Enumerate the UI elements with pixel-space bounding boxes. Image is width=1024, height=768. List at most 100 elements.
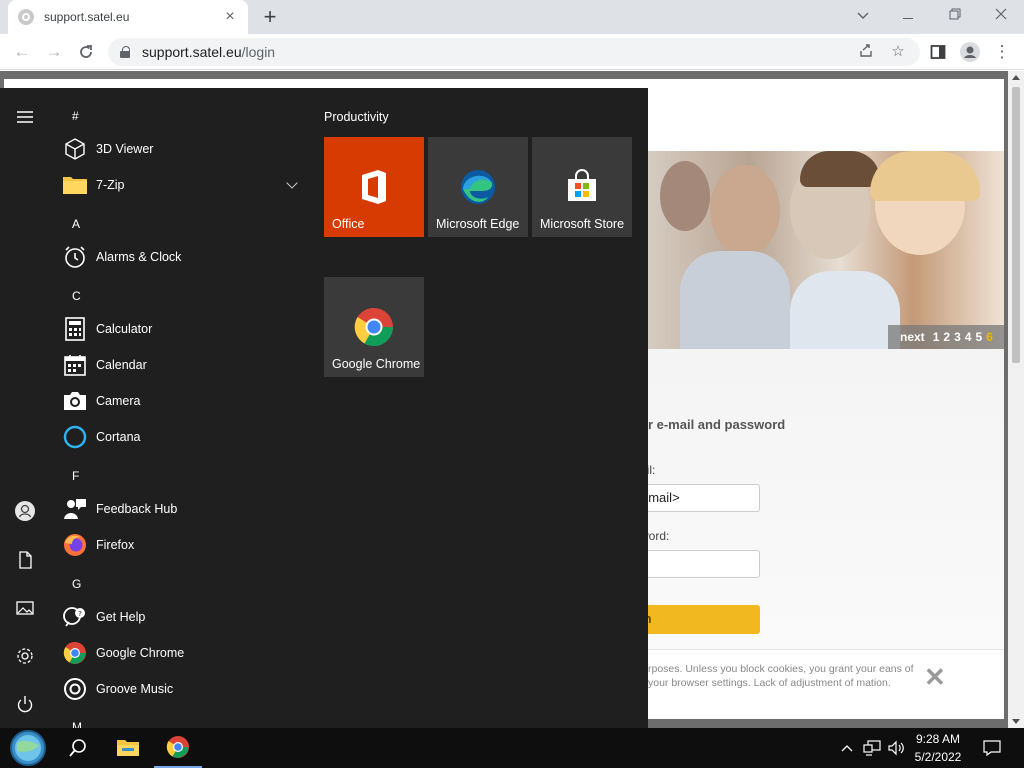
password-field[interactable] <box>640 550 760 578</box>
start-button[interactable] <box>4 728 52 768</box>
app-get-help[interactable]: ? Get Help <box>62 600 306 634</box>
tile-label: Office <box>332 217 365 231</box>
3d-viewer-icon <box>62 136 88 162</box>
tile-microsoft-edge[interactable]: Microsoft Edge <box>428 137 528 237</box>
page-scrollbar[interactable] <box>1008 71 1024 728</box>
scroll-up-icon[interactable] <box>1012 75 1020 80</box>
forward-button[interactable]: → <box>40 38 68 66</box>
close-tab-icon[interactable]: × <box>222 8 238 26</box>
app-label: Calendar <box>96 358 147 372</box>
feedback-hub-icon <box>62 496 88 522</box>
section-letter-f[interactable]: F <box>72 469 79 483</box>
chrome-icon <box>62 640 88 666</box>
calendar-icon <box>62 352 88 378</box>
minimize-button[interactable] <box>886 0 932 30</box>
firefox-icon <box>62 532 88 558</box>
pager-page-3[interactable]: 3 <box>954 330 961 344</box>
pager-next-link[interactable]: next <box>900 330 925 344</box>
scroll-down-icon[interactable] <box>1012 719 1020 724</box>
section-letter-hash[interactable]: # <box>72 109 79 123</box>
reload-button[interactable] <box>72 38 100 66</box>
site-favicon-icon <box>18 9 34 25</box>
tile-google-chrome[interactable]: Google Chrome <box>324 277 424 377</box>
taskbar-chrome-icon[interactable] <box>154 728 202 768</box>
app-cortana[interactable]: Cortana <box>62 420 306 454</box>
lock-icon[interactable] <box>120 46 130 58</box>
power-icon[interactable] <box>12 691 38 717</box>
app-label: Feedback Hub <box>96 502 178 516</box>
app-feedback-hub[interactable]: Feedback Hub <box>62 492 306 526</box>
address-bar[interactable]: support.satel.eu/login ☆ <box>108 38 920 66</box>
app-camera[interactable]: Camera <box>62 384 306 418</box>
svg-text:?: ? <box>78 610 82 618</box>
profile-avatar[interactable] <box>956 38 984 66</box>
app-label: Cortana <box>96 430 141 444</box>
cortana-icon <box>62 424 88 450</box>
close-window-button[interactable] <box>978 0 1024 30</box>
cookie-close-icon[interactable]: ✕ <box>924 662 946 693</box>
app-3d-viewer[interactable]: 3D Viewer <box>62 132 306 166</box>
groove-music-icon <box>62 676 88 702</box>
new-tab-button[interactable]: + <box>258 3 282 31</box>
bookmark-star-icon[interactable]: ☆ <box>888 42 908 62</box>
app-groove-music[interactable]: Groove Music <box>62 672 306 706</box>
share-icon[interactable] <box>856 42 876 62</box>
pictures-icon[interactable] <box>12 595 38 621</box>
section-letter-m[interactable]: M <box>72 720 82 728</box>
tab-search-icon[interactable] <box>840 0 886 30</box>
chevron-up-icon[interactable] <box>836 728 858 768</box>
app-label: Camera <box>96 394 141 408</box>
tile-microsoft-store[interactable]: Microsoft Store <box>532 137 632 237</box>
chrome-icon <box>354 307 394 347</box>
volume-icon[interactable] <box>884 728 908 768</box>
clock-date[interactable]: 5/2/2022 <box>908 750 968 764</box>
login-button[interactable]: in <box>640 605 760 634</box>
clock-time[interactable]: 9:28 AM <box>908 732 968 746</box>
get-help-icon: ? <box>62 604 88 630</box>
section-letter-g[interactable]: G <box>72 577 81 591</box>
browser-menu-icon[interactable]: ⋮ <box>988 38 1016 66</box>
chevron-down-icon[interactable] <box>286 177 298 189</box>
pager-page-2[interactable]: 2 <box>943 330 950 344</box>
network-icon[interactable] <box>860 728 884 768</box>
pager-page-6[interactable]: 6 <box>986 330 993 344</box>
app-7-zip[interactable]: 7-Zip <box>62 168 306 202</box>
tile-office[interactable]: Office <box>324 137 424 237</box>
tile-label: Microsoft Store <box>540 217 625 231</box>
documents-icon[interactable] <box>12 547 38 573</box>
app-label: Google Chrome <box>96 646 185 660</box>
app-label: Calculator <box>96 322 153 336</box>
camera-icon <box>62 388 88 414</box>
settings-gear-icon[interactable] <box>12 643 38 669</box>
action-center-icon[interactable] <box>978 728 1006 768</box>
scroll-thumb[interactable] <box>1012 87 1020 363</box>
section-letter-a[interactable]: A <box>72 217 80 231</box>
app-alarms-clock[interactable]: Alarms & Clock <box>62 240 306 274</box>
restore-button[interactable] <box>932 0 978 30</box>
back-button[interactable]: ← <box>8 38 36 66</box>
app-label: 3D Viewer <box>96 142 154 156</box>
app-label: Groove Music <box>96 682 174 696</box>
section-letter-c[interactable]: C <box>72 289 81 303</box>
url-host: support.satel.eu <box>142 44 242 60</box>
browser-tabstrip: support.satel.eu × + <box>0 0 1024 34</box>
side-panel-icon[interactable] <box>924 38 952 66</box>
file-explorer-icon[interactable] <box>104 728 152 768</box>
browser-tab[interactable]: support.satel.eu × <box>8 0 248 34</box>
email-field[interactable]: gmail> <box>640 484 760 512</box>
pager-page-4[interactable]: 4 <box>965 330 972 344</box>
edge-icon <box>458 167 498 207</box>
pager-page-1[interactable]: 1 <box>933 330 940 344</box>
user-account-icon[interactable] <box>12 498 38 524</box>
app-label: Alarms & Clock <box>96 250 182 264</box>
hamburger-menu-icon[interactable] <box>12 104 38 130</box>
app-calculator[interactable]: Calculator <box>62 312 306 346</box>
hero-image <box>640 151 1004 349</box>
app-firefox[interactable]: Firefox <box>62 528 306 562</box>
app-calendar[interactable]: Calendar <box>62 348 306 382</box>
pager-page-5[interactable]: 5 <box>975 330 982 344</box>
login-title: ur e-mail and password <box>640 417 786 432</box>
search-icon[interactable] <box>54 728 102 768</box>
tile-label: Google Chrome <box>332 357 421 371</box>
app-google-chrome[interactable]: Google Chrome <box>62 636 306 670</box>
